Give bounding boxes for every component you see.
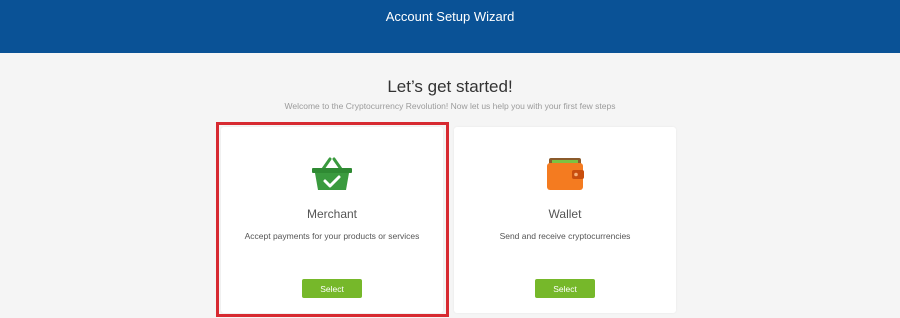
shopping-basket-icon (221, 156, 443, 192)
page-title: Let’s get started! (387, 77, 513, 96)
page-subtitle: Welcome to the Cryptocurrency Revolution… (284, 101, 616, 111)
wallet-card[interactable]: Wallet Send and receive cryptocurrencies… (454, 127, 676, 313)
merchant-title: Merchant (306, 207, 358, 221)
header-title: Account Setup Wizard (385, 9, 515, 24)
wallet-description: Send and receive cryptocurrencies (499, 231, 631, 241)
wallet-icon (454, 156, 676, 192)
merchant-select-button[interactable]: Select (302, 279, 362, 298)
merchant-card[interactable]: Merchant Accept payments for your produc… (221, 127, 443, 313)
wallet-title: Wallet (548, 207, 582, 221)
merchant-description: Accept payments for your products or ser… (244, 231, 420, 241)
app-header: Account Setup Wizard (0, 0, 900, 53)
wallet-select-button[interactable]: Select (535, 279, 595, 298)
